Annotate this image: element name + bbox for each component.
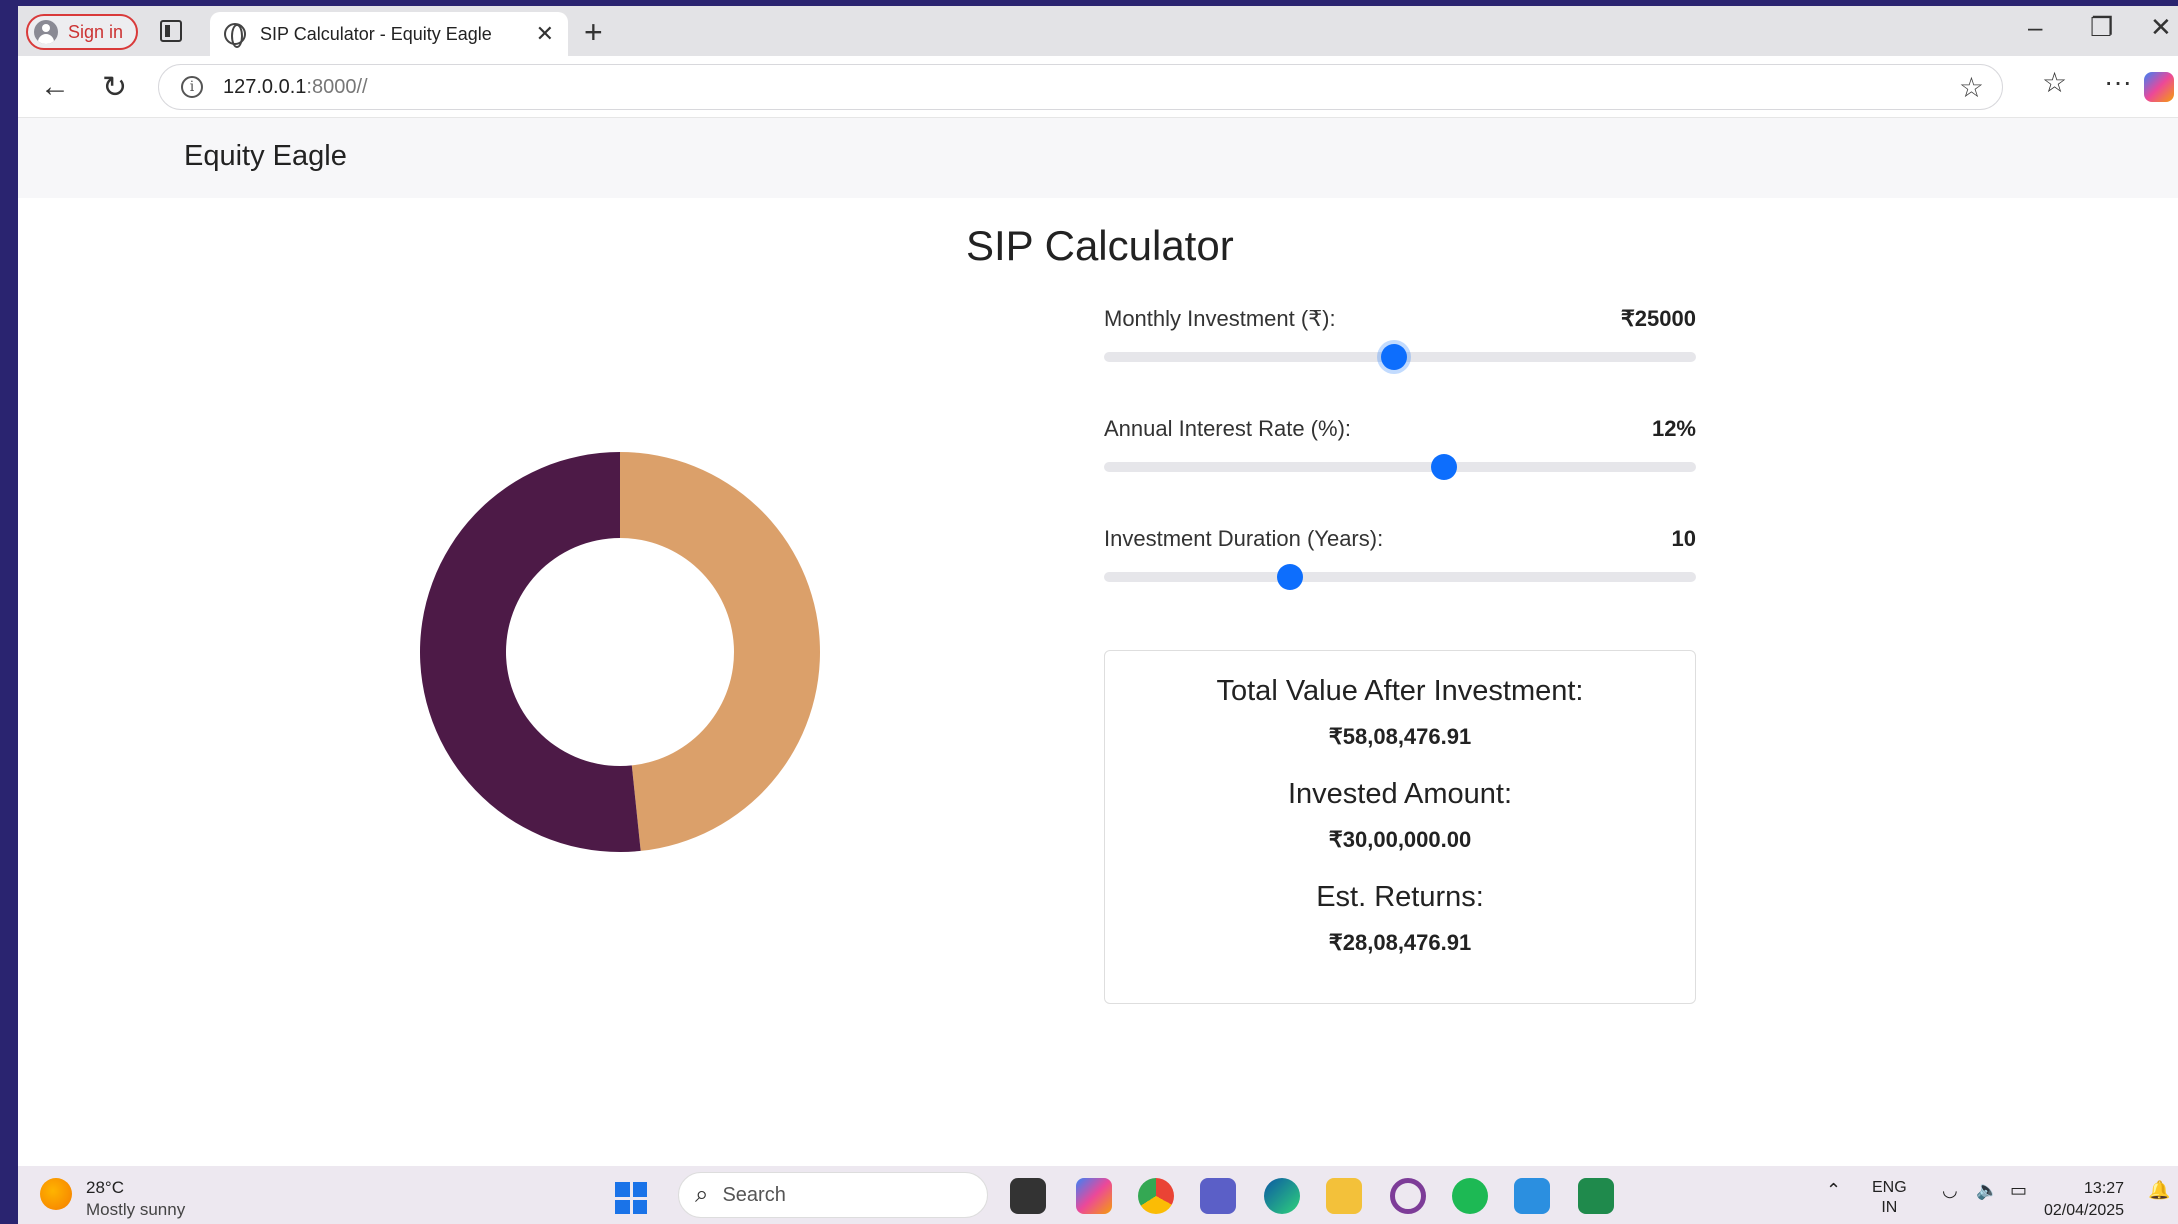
browser-window: Sign in SIP Calculator - Equity Eagle ✕ … bbox=[18, 6, 2178, 1166]
url-host: 127.0.0.1 bbox=[223, 75, 307, 98]
duration-thumb[interactable] bbox=[1277, 564, 1304, 590]
search-icon: ⌕ bbox=[695, 1181, 709, 1208]
interest-rate-thumb[interactable] bbox=[1431, 454, 1458, 480]
monthly-investment-value: ₹25000 bbox=[1620, 306, 1696, 331]
circle-app-icon[interactable] bbox=[1390, 1178, 1426, 1214]
vscode-app-icon[interactable] bbox=[1514, 1178, 1550, 1214]
sip-sliders: Monthly Investment (₹): ₹25000 Annual In… bbox=[1104, 306, 1696, 636]
duration-value: 10 bbox=[1671, 526, 1696, 551]
favorites-icon[interactable]: ☆ bbox=[2042, 66, 2067, 99]
url-path: :8000// bbox=[306, 75, 368, 98]
show-hidden-icons-icon[interactable]: ⌃ bbox=[1826, 1180, 1841, 1201]
new-tab-icon[interactable]: + bbox=[584, 14, 603, 51]
address-bar[interactable]: i 127.0.0.1 :8000// ☆ bbox=[158, 64, 2003, 110]
tab-actions-icon[interactable] bbox=[160, 20, 182, 42]
teams-app-icon[interactable] bbox=[1200, 1178, 1236, 1214]
est-returns-label: Est. Returns: bbox=[1316, 881, 1484, 913]
clock[interactable]: 13:27 02/04/2025 bbox=[2044, 1178, 2124, 1222]
interest-rate-slider[interactable] bbox=[1104, 454, 1696, 480]
page-title: SIP Calculator bbox=[966, 222, 1234, 269]
volume-icon[interactable]: 🔈 bbox=[1976, 1180, 1998, 1201]
slider-row-monthly: Monthly Investment (₹): ₹25000 bbox=[1104, 306, 1696, 416]
minimize-icon[interactable]: – bbox=[2028, 12, 2042, 43]
close-tab-icon[interactable]: ✕ bbox=[536, 21, 554, 47]
site-navbar: Equity Eagle bbox=[18, 118, 2178, 198]
lang-bottom: IN bbox=[1881, 1199, 1898, 1216]
copilot-icon[interactable] bbox=[2144, 72, 2174, 102]
explorer-app-icon[interactable] bbox=[1326, 1178, 1362, 1214]
monthly-investment-slider[interactable] bbox=[1104, 344, 1696, 370]
duration-slider[interactable] bbox=[1104, 564, 1696, 590]
green-app-icon[interactable] bbox=[1578, 1178, 1614, 1214]
language-indicator[interactable]: ENG IN bbox=[1872, 1178, 1907, 1218]
restore-icon[interactable]: ❐ bbox=[2090, 12, 2113, 43]
monthly-investment-thumb[interactable] bbox=[1381, 344, 1408, 370]
invested-amount: ₹30,00,000.00 bbox=[1328, 827, 1472, 852]
lang-top: ENG bbox=[1872, 1179, 1907, 1196]
tab-bar: Sign in SIP Calculator - Equity Eagle ✕ … bbox=[18, 6, 2178, 56]
site-info-icon[interactable]: i bbox=[181, 76, 203, 98]
donut-slice-invested[interactable] bbox=[419, 452, 641, 852]
notification-bell-icon[interactable]: 🔔 bbox=[2148, 1180, 2170, 1201]
chrome-app-icon[interactable] bbox=[1138, 1178, 1174, 1214]
weather-desc: Mostly sunny bbox=[86, 1200, 186, 1219]
profile-icon bbox=[34, 20, 58, 44]
spotify-app-icon[interactable] bbox=[1452, 1178, 1488, 1214]
taskbar-search[interactable]: ⌕ Search bbox=[678, 1172, 988, 1218]
sign-in-button[interactable]: Sign in bbox=[26, 14, 138, 50]
tab-sip-calculator[interactable]: SIP Calculator - Equity Eagle ✕ bbox=[210, 12, 568, 56]
est-returns: ₹28,08,476.91 bbox=[1328, 930, 1472, 955]
donut-slice-returns[interactable] bbox=[620, 452, 820, 851]
favorite-star-icon[interactable]: ☆ bbox=[1959, 71, 1984, 104]
total-value: ₹58,08,476.91 bbox=[1328, 724, 1472, 749]
wifi-icon[interactable]: ◡ bbox=[1942, 1180, 1958, 1201]
monthly-investment-label: Monthly Investment (₹): bbox=[1104, 306, 1336, 331]
clock-date: 02/04/2025 bbox=[2044, 1202, 2125, 1219]
edge-app-icon[interactable] bbox=[1264, 1178, 1300, 1214]
start-windows-icon[interactable] bbox=[615, 1182, 647, 1214]
globe-icon bbox=[224, 23, 246, 48]
taskbar: 28°C Mostly sunny ⌕ Search ⌃ ENG IN ◡ 🔈 … bbox=[18, 1166, 2178, 1224]
close-window-icon[interactable]: ✕ bbox=[2150, 12, 2172, 43]
interest-rate-label: Annual Interest Rate (%): bbox=[1104, 416, 1352, 441]
interest-rate-value: 12% bbox=[1651, 416, 1696, 441]
slider-row-duration: Investment Duration (Years): 10 bbox=[1104, 526, 1696, 636]
copilot-app-icon[interactable] bbox=[1076, 1178, 1112, 1214]
refresh-icon[interactable]: ↻ bbox=[102, 70, 127, 105]
weather-icon[interactable] bbox=[40, 1178, 72, 1210]
tab-title: SIP Calculator - Equity Eagle bbox=[260, 23, 492, 44]
sign-in-label: Sign in bbox=[68, 21, 124, 42]
more-options-icon[interactable]: ··· bbox=[2104, 66, 2132, 98]
back-icon[interactable]: ← bbox=[40, 70, 70, 104]
donut-chart bbox=[419, 452, 820, 852]
brand-logo-text[interactable]: Equity Eagle bbox=[184, 140, 347, 173]
clock-time: 13:27 bbox=[2084, 1180, 2125, 1197]
results-card: Total Value After Investment: ₹58,08,476… bbox=[1104, 650, 1696, 1004]
donut-chart-svg bbox=[419, 452, 820, 852]
battery-icon[interactable]: ▭ bbox=[2010, 1180, 2027, 1201]
address-toolbar: ← ↻ i 127.0.0.1 :8000// ☆ ☆ ··· bbox=[18, 56, 2178, 118]
slider-row-rate: Annual Interest Rate (%): 12% bbox=[1104, 416, 1696, 526]
search-placeholder: Search bbox=[722, 1183, 786, 1206]
invested-amount-label: Invested Amount: bbox=[1287, 778, 1513, 810]
weather-temp: 28°C bbox=[86, 1178, 124, 1197]
file-manager-app-icon[interactable] bbox=[1010, 1178, 1046, 1214]
duration-label: Investment Duration (Years): bbox=[1104, 526, 1384, 551]
total-value-label: Total Value After Investment: bbox=[1216, 675, 1584, 707]
